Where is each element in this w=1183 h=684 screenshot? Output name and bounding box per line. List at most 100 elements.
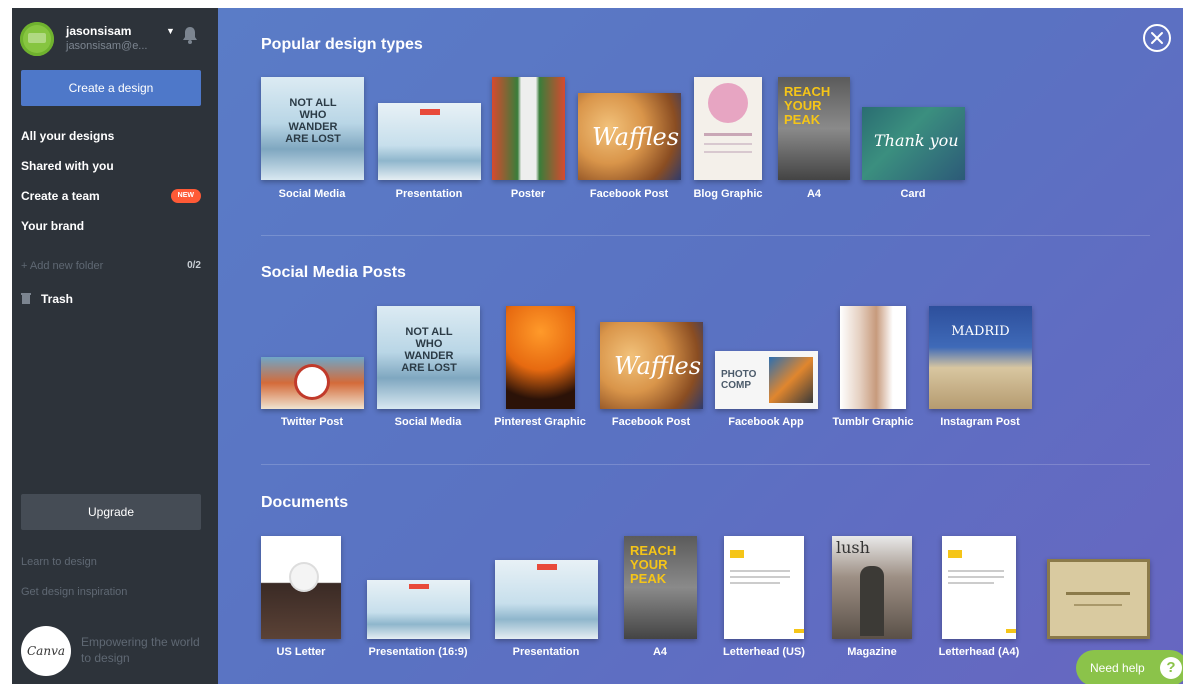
upgrade-button[interactable]: Upgrade [21, 494, 201, 530]
section-divider [261, 235, 1150, 236]
card-label: Social Media [394, 416, 462, 428]
thumbnail [495, 560, 598, 639]
thumb-line [704, 143, 752, 145]
thumb-tag [409, 584, 429, 589]
thumb-circle [708, 83, 748, 123]
canva-create-design-screen: jasonsisam jasonsisam@e... ▼ Create a de… [12, 8, 1183, 684]
thumbnail [1047, 559, 1150, 639]
section-title: Social Media Posts [261, 264, 406, 281]
sidebar-item-label: Create a team [21, 189, 100, 203]
thumbnail: Waffles [578, 93, 681, 180]
card-label: Tumblr Graphic [832, 416, 914, 428]
thumb-text: Waffles [614, 352, 702, 380]
design-types-panel: Popular design types NOT ALL WHO WANDER … [218, 8, 1183, 684]
sidebar-item-all-designs[interactable]: All your designs [21, 124, 201, 154]
thumb-text: NOT ALL WHO WANDER ARE LOST [401, 326, 457, 374]
thumb-circle [297, 367, 327, 397]
thumb-text: Thank you [874, 131, 959, 150]
thumb-accent [794, 629, 804, 633]
thumbnail: MADRID [929, 306, 1032, 409]
sidebar-item-label: All your designs [21, 129, 115, 143]
thumbnail [840, 306, 906, 409]
card-label: Letterhead (US) [723, 646, 805, 658]
thumbnail [492, 77, 565, 180]
need-help-label: Need help [1090, 661, 1145, 675]
need-help-button[interactable]: Need help ? [1076, 650, 1183, 684]
card-label: Letterhead (A4) [938, 646, 1020, 658]
thumb-line [730, 582, 780, 584]
thumb-line [1066, 592, 1130, 595]
close-icon [1151, 32, 1163, 44]
thumb-figure [860, 566, 884, 636]
thumb-line [948, 570, 1004, 572]
new-badge: NEW [170, 189, 201, 203]
card-label: Magazine [847, 646, 897, 658]
card-label: Blog Graphic [693, 188, 763, 200]
trash-label: Trash [41, 292, 74, 306]
bell-icon[interactable] [182, 26, 198, 44]
sidebar-nav: All your designs Shared with you Create … [21, 124, 201, 244]
thumb-tag [420, 109, 440, 115]
sidebar-item-create-team[interactable]: Create a team NEW [21, 184, 201, 214]
card-label: Facebook Post [611, 416, 691, 428]
thumb-logo [730, 550, 744, 558]
thumb-text: MADRID [951, 324, 1010, 339]
card-label: Social Media [278, 188, 346, 200]
section-title: Popular design types [261, 36, 423, 53]
sidebar-item-trash[interactable]: Trash [21, 292, 73, 310]
card-label: Card [900, 188, 926, 200]
learn-to-design-link[interactable]: Learn to design [21, 556, 97, 568]
card-label: Presentation (16:9) [368, 646, 468, 658]
thumb-line [730, 576, 790, 578]
user-email: jasonsisam@e... [66, 40, 148, 52]
create-design-button[interactable]: Create a design [21, 70, 201, 106]
caret-down-icon[interactable]: ▼ [166, 26, 175, 36]
thumb-text: Waffles [592, 123, 680, 151]
design-inspiration-link[interactable]: Get design inspiration [21, 586, 127, 598]
thumb-flower [291, 564, 317, 590]
card-label: Poster [510, 188, 546, 200]
thumbnail: NOT ALL WHO WANDER ARE LOST [261, 77, 364, 180]
card-label: Presentation [395, 188, 463, 200]
thumb-text: NOT ALL WHO WANDER ARE LOST [285, 97, 341, 145]
thumbnail [724, 536, 804, 639]
thumb-line [1074, 604, 1122, 606]
card-label: Pinterest Graphic [494, 416, 586, 428]
thumb-photo [769, 357, 813, 403]
section-divider [261, 464, 1150, 465]
thumb-text: REACH YOUR PEAK [630, 543, 677, 586]
card-label: Presentation [512, 646, 580, 658]
add-folder-link[interactable]: + Add new folder [21, 260, 103, 272]
card-label: US Letter [276, 646, 326, 658]
thumbnail [506, 306, 575, 409]
thumbnail [694, 77, 762, 180]
card-label: Twitter Post [280, 416, 344, 428]
thumbnail [261, 357, 364, 409]
card-label: Facebook Post [589, 188, 669, 200]
close-button[interactable] [1143, 24, 1171, 52]
sidebar-item-shared[interactable]: Shared with you [21, 154, 201, 184]
thumbnail: Thank you [862, 107, 965, 180]
sidebar-item-label: Shared with you [21, 159, 114, 173]
thumb-line [704, 133, 752, 136]
sidebar-item-label: Your brand [21, 219, 85, 233]
thumb-line [730, 570, 790, 572]
canva-logo[interactable]: Canva [21, 626, 71, 676]
sidebar: jasonsisam jasonsisam@e... ▼ Create a de… [12, 8, 218, 684]
user-menu[interactable]: jasonsisam jasonsisam@e... ▼ [20, 22, 210, 58]
thumb-accent [1006, 629, 1016, 633]
tagline: Empowering the world to design [81, 635, 200, 665]
card-label: Facebook App [728, 416, 804, 428]
thumb-line [704, 151, 752, 153]
thumbnail: REACH YOUR PEAK [624, 536, 697, 639]
thumb-logo [948, 550, 962, 558]
thumb-tag [537, 564, 557, 570]
avatar[interactable] [20, 22, 54, 56]
thumb-line [948, 576, 1004, 578]
thumbnail [367, 580, 470, 639]
add-folder-row: + Add new folder 0/2 [21, 260, 201, 278]
sidebar-item-your-brand[interactable]: Your brand [21, 214, 201, 244]
thumb-text: REACH YOUR PEAK [784, 84, 831, 127]
thumbnail [942, 536, 1016, 639]
question-icon: ? [1160, 657, 1182, 679]
